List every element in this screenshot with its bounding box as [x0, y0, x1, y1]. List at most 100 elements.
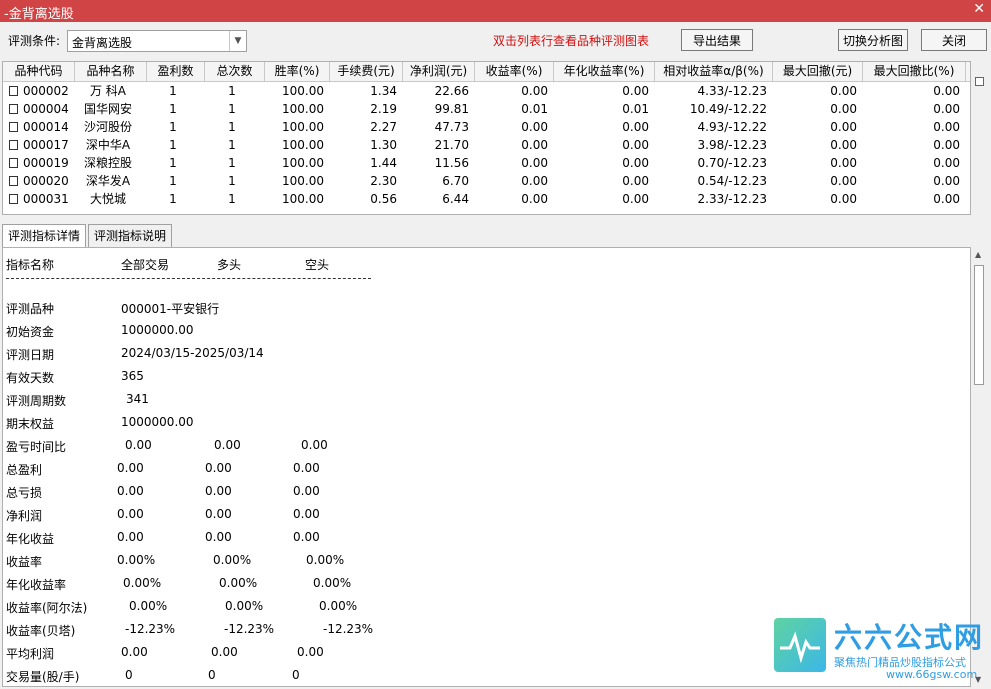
column-header[interactable]: 相对收益率α/β(%)	[655, 62, 773, 81]
metric-value-short: 0	[292, 668, 300, 682]
table-cell: 1	[228, 174, 236, 188]
column-header[interactable]: 最大回撤比(%)	[863, 62, 966, 81]
table-cell: 1	[169, 120, 177, 134]
table-cell: 0.56	[370, 192, 397, 206]
row-checkbox[interactable]	[9, 86, 18, 96]
detail-header-long: 多头	[217, 258, 242, 272]
watermark-brand: 六六公式网	[834, 621, 985, 654]
metric-value-long: 0.00%	[225, 599, 264, 613]
column-header[interactable]: 收益率(%)	[475, 62, 554, 81]
table-cell: 0.00	[933, 120, 960, 134]
table-cell: 1	[169, 174, 177, 188]
table-row[interactable]: 000017 深中华A 1 1 100.00 1.30 21.70 0.00 0.00 3.98/…	[3, 136, 970, 154]
table-cell: 0.00	[933, 84, 960, 98]
table-cell: 0.00	[622, 84, 649, 98]
hint-text: 双击列表行查看品种评测图表	[493, 34, 650, 48]
column-header[interactable]: 品种名称	[75, 62, 147, 81]
metric-label: 年化收益率	[6, 578, 67, 592]
metric-value-long: 0	[208, 668, 216, 682]
info-label: 评测周期数	[6, 394, 67, 408]
info-label: 期末权益	[6, 417, 55, 431]
chevron-down-icon[interactable]: ▼	[229, 31, 246, 51]
detail-header-short: 空头	[305, 258, 330, 272]
table-row[interactable]: 000031 大悦城 1 1 100.00 0.56 6.44 0.00 0.00 2.33/-1…	[3, 190, 970, 208]
info-value: 365	[121, 369, 144, 383]
watermark-logo: 六六公式网 聚焦热门精品炒股指标公式 www.66gsw.com	[774, 616, 984, 682]
table-cell: 1	[169, 138, 177, 152]
table-row[interactable]: 000002 万 科A 1 1 100.00 1.34 22.66 0.00 0.00 4.33/…	[3, 82, 970, 100]
tab-explain[interactable]: 评测指标说明	[88, 224, 173, 247]
table-cell: 4.93/-12.22	[697, 120, 767, 134]
column-header[interactable]: 盈利数	[147, 62, 205, 81]
metric-value-long: -12.23%	[224, 622, 275, 636]
table-row[interactable]: 000014 沙河股份 1 1 100.00 2.27 47.73 0.00 0.00 4.93/…	[3, 118, 970, 136]
table-cell: 22.66	[434, 84, 469, 98]
table-cell: 0.01	[521, 102, 548, 116]
switch-chart-button[interactable]: 切换分析图	[838, 29, 908, 51]
table-cell: 1	[169, 156, 177, 170]
table-cell: 000020	[23, 174, 69, 188]
row-checkbox[interactable]	[9, 176, 18, 186]
divider	[6, 278, 371, 279]
column-header[interactable]: 最大回撤(元)	[773, 62, 863, 81]
table-cell: 0.54/-12.23	[697, 174, 767, 188]
watermark-url: www.66gsw.com	[886, 668, 978, 681]
table-cell: 2.33/-12.23	[697, 192, 767, 206]
results-table[interactable]: 品种代码 品种名称 盈利数 总次数 胜率(%) 手续费(元) 净利润(元) 收益率(%) 年化收…	[2, 61, 971, 215]
row-checkbox[interactable]	[9, 140, 18, 150]
detail-header-name: 指标名称	[6, 258, 55, 272]
scroll-up-icon[interactable]: ▲	[975, 250, 981, 259]
table-cell: 0.00	[830, 102, 857, 116]
checkbox-icon[interactable]	[975, 77, 984, 86]
row-checkbox[interactable]	[9, 104, 18, 114]
table-cell: 深华发A	[85, 174, 131, 188]
table-cell: 深粮控股	[83, 156, 132, 170]
column-header[interactable]: 胜率(%)	[265, 62, 330, 81]
table-cell: 0.70/-12.23	[697, 156, 767, 170]
metric-value-short: 0.00	[301, 438, 328, 452]
table-row[interactable]: 000019 深粮控股 1 1 100.00 1.44 11.56 0.00 0.00 0.70/…	[3, 154, 970, 172]
table-cell: 大悦城	[89, 192, 126, 206]
scroll-thumb[interactable]	[974, 265, 984, 385]
table-scrollbar[interactable]	[971, 61, 989, 215]
info-label: 评测日期	[6, 348, 55, 362]
table-cell: 100.00	[282, 102, 324, 116]
table-row[interactable]: 000004 国华网安 1 1 100.00 2.19 99.81 0.01 0.01 10.49…	[3, 100, 970, 118]
tab-detail[interactable]: 评测指标详情	[2, 224, 87, 248]
table-cell: 国华网安	[83, 102, 132, 116]
export-button[interactable]: 导出结果	[681, 29, 753, 51]
table-cell: 000014	[23, 120, 69, 134]
metric-value-short: 0.00%	[313, 576, 352, 590]
column-header[interactable]: 品种代码	[3, 62, 75, 81]
info-value: 1000000.00	[121, 323, 194, 337]
close-icon[interactable]: ✕	[973, 1, 985, 17]
metric-value-long: 0.00	[205, 484, 232, 498]
table-cell: 6.70	[442, 174, 469, 188]
column-header[interactable]: 净利润(元)	[403, 62, 475, 81]
condition-select[interactable]: 金背离选股 ▼	[67, 30, 247, 52]
table-cell: 1	[228, 138, 236, 152]
table-cell: 10.49/-12.22	[689, 102, 767, 116]
table-cell: 1	[228, 84, 236, 98]
metric-value-all: 0.00	[125, 438, 152, 452]
table-cell: 0.00	[622, 156, 649, 170]
table-cell: 11.56	[434, 156, 469, 170]
metric-value-long: 0.00	[205, 530, 232, 544]
column-header[interactable]: 手续费(元)	[330, 62, 403, 81]
metric-value-short: 0.00%	[319, 599, 358, 613]
info-value: 1000000.00	[121, 415, 194, 429]
table-cell: 2.19	[370, 102, 397, 116]
column-header[interactable]: 年化收益率(%)	[554, 62, 655, 81]
row-checkbox[interactable]	[9, 122, 18, 132]
table-cell: 0.00	[933, 138, 960, 152]
metric-label: 平均利润	[6, 647, 55, 661]
table-row[interactable]: 000020 深华发A 1 1 100.00 2.30 6.70 0.00 0.00 0.54/-…	[3, 172, 970, 190]
row-checkbox[interactable]	[9, 158, 18, 168]
metric-value-short: 0.00%	[306, 553, 345, 567]
column-header[interactable]: 总次数	[205, 62, 265, 81]
close-button[interactable]: 关闭	[921, 29, 987, 51]
metric-label: 净利润	[6, 509, 43, 523]
table-cell: 99.81	[434, 102, 469, 116]
metric-value-all: -12.23%	[125, 622, 176, 636]
row-checkbox[interactable]	[9, 194, 18, 204]
